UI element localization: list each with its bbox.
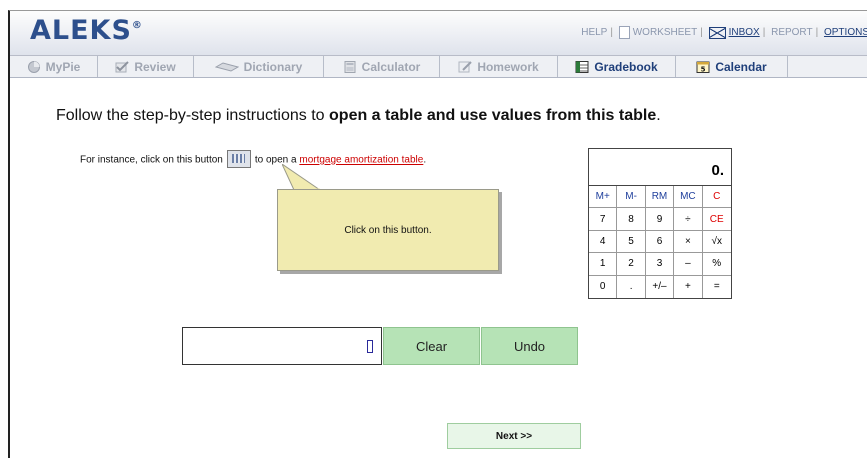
tab-dictionary[interactable]: Dictionary (194, 56, 324, 77)
calc-key[interactable]: +/– (646, 275, 675, 298)
calc-key[interactable]: ÷ (674, 208, 703, 231)
calc-key[interactable]: 2 (617, 253, 646, 276)
calc-key[interactable]: 8 (617, 208, 646, 231)
calc-key[interactable]: % (702, 253, 731, 276)
calc-key[interactable]: × (674, 230, 703, 254)
worksheet-link[interactable]: WORKSHEET (633, 27, 697, 38)
tooltip-pointer (282, 164, 322, 191)
calc-key[interactable]: + (674, 275, 703, 298)
report-link[interactable]: REPORT (771, 27, 813, 38)
input-cursor (367, 340, 373, 353)
tab-gradebook[interactable]: Gradebook (558, 56, 676, 77)
undo-button[interactable]: Undo (481, 327, 578, 365)
book-icon (214, 61, 239, 72)
top-links: HELP | WORKSHEET | INBOX | REPORT | OPTIONS (581, 26, 867, 39)
calc-key[interactable]: 0 (589, 275, 618, 298)
options-link[interactable]: OPTIONS (824, 27, 867, 38)
calc-key[interactable]: 5 (617, 230, 646, 254)
calc-key[interactable]: – (674, 253, 703, 276)
pie-icon (27, 60, 40, 73)
calc-key[interactable]: M+ (589, 186, 618, 209)
calc-key[interactable]: M- (617, 186, 646, 209)
main-tabs: MyPie Review Dictionary Calculator Homew… (10, 56, 867, 78)
tab-review[interactable]: Review (98, 56, 194, 77)
tab-mypie[interactable]: MyPie (10, 56, 98, 77)
calc-key[interactable]: √x (702, 231, 731, 254)
calc-key[interactable]: 3 (645, 253, 675, 276)
calc-key[interactable]: 1 (589, 253, 618, 276)
instruction-text: Follow the step-by-step instructions to … (56, 107, 661, 124)
calendar-icon: 5 (696, 61, 710, 73)
envelope-icon (708, 26, 726, 39)
aleks-logo: ALEKS® (30, 15, 143, 46)
calc-key[interactable]: RM (645, 186, 675, 209)
checkmark-icon (115, 60, 130, 72)
answer-input[interactable] (182, 327, 382, 365)
pencil-icon (458, 60, 473, 72)
tab-calculator[interactable]: Calculator (324, 56, 440, 77)
example-instruction: For instance, click on this button to ope… (80, 150, 426, 169)
calc-key[interactable]: 4 (589, 230, 618, 254)
calc-key[interactable]: CE (702, 208, 731, 231)
aleks-window: ALEKS® HELP | WORKSHEET | INBOX | REPORT | O… (8, 10, 867, 458)
hint-tooltip: Click on this button. (277, 189, 499, 271)
calc-key[interactable]: 7 (589, 208, 618, 231)
calc-key[interactable]: . (617, 275, 646, 298)
next-button[interactable]: Next >> (447, 423, 581, 449)
table-icon (231, 154, 245, 163)
calc-key[interactable]: 9 (645, 208, 675, 231)
calc-key[interactable]: 6 (645, 230, 675, 254)
calculator-icon (344, 60, 356, 73)
calc-key[interactable]: = (703, 276, 731, 298)
clear-button[interactable]: Clear (383, 327, 480, 365)
calculator-widget: 0. M+ M- RM MC C 7 8 9 ÷ CE 4 5 6 × √x 1 2 3–% 0. +/– + = (588, 148, 732, 299)
worksheet-icon (618, 26, 630, 39)
calc-key[interactable]: MC (674, 186, 703, 209)
help-link[interactable]: HELP (581, 27, 607, 38)
svg-text:5: 5 (701, 65, 706, 73)
calc-key[interactable]: C (702, 186, 731, 209)
open-table-button[interactable] (226, 150, 251, 168)
calculator-keypad: M+ M- RM MC C 7 8 9 ÷ CE 4 5 6 × √x 1 2 3–% 0. +/– + = (589, 186, 731, 298)
inbox-link[interactable]: INBOX (729, 27, 760, 38)
tab-homework[interactable]: Homework (440, 56, 558, 77)
calculator-display: 0. (589, 149, 731, 186)
header-bar: ALEKS® HELP | WORKSHEET | INBOX | REPORT | O… (10, 11, 867, 56)
gradebook-icon (575, 60, 589, 73)
tab-calendar[interactable]: 5 Calendar (676, 56, 788, 77)
